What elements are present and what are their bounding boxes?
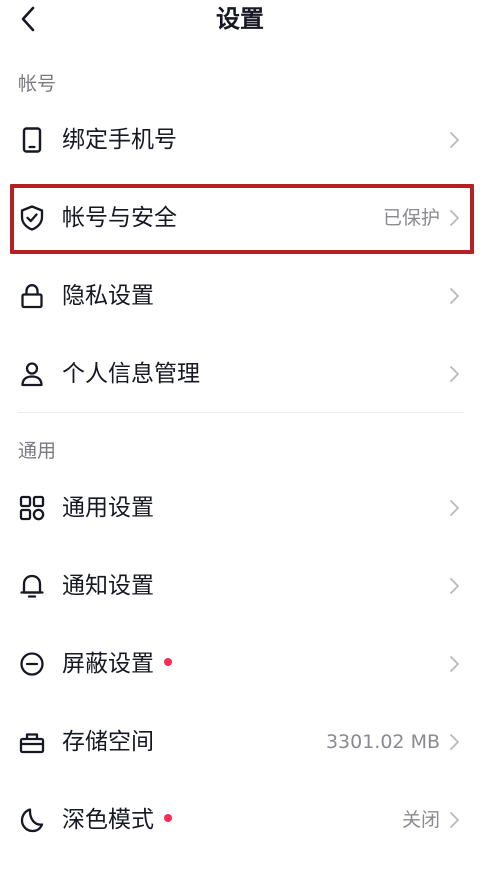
settings-item-notifications[interactable]: 通知设置 <box>0 554 480 618</box>
chevron-right-icon <box>442 730 466 754</box>
chevron-right-icon <box>442 496 466 520</box>
chevron-right-icon <box>442 128 466 152</box>
settings-item-dark-mode[interactable]: 深色模式 关闭 <box>0 788 480 852</box>
settings-item-label: 深色模式 <box>62 804 172 836</box>
section-divider <box>18 412 464 413</box>
settings-item-privacy[interactable]: 隐私设置 <box>0 264 480 328</box>
chevron-right-icon <box>442 362 466 386</box>
section-title-account: 帐号 <box>18 73 57 95</box>
chevron-right-icon <box>442 284 466 308</box>
block-icon <box>18 650 46 678</box>
settings-item-label: 通用设置 <box>62 495 154 521</box>
settings-item-storage[interactable]: 存储空间 3301.02 MB <box>0 710 480 774</box>
chevron-right-icon <box>442 574 466 598</box>
grid-icon <box>18 494 46 522</box>
page-title: 设置 <box>216 5 264 33</box>
section-title-general: 通用 <box>18 440 57 462</box>
settings-item-label: 存储空间 <box>62 729 154 755</box>
storage-icon <box>18 728 46 756</box>
phone-icon <box>18 126 46 154</box>
settings-item-value: 关闭 <box>401 809 440 831</box>
settings-item-label: 屏蔽设置 <box>62 648 172 680</box>
settings-item-value: 3301.02 MB <box>325 731 440 753</box>
chevron-right-icon <box>442 808 466 832</box>
settings-item-label: 个人信息管理 <box>62 361 200 387</box>
settings-item-label: 绑定手机号 <box>62 127 177 153</box>
lock-icon <box>18 282 46 310</box>
settings-item-bind-phone[interactable]: 绑定手机号 <box>0 108 480 172</box>
header: 设置 <box>0 0 480 40</box>
settings-item-label: 通知设置 <box>62 573 154 599</box>
settings-item-block[interactable]: 屏蔽设置 <box>0 632 480 696</box>
settings-item-general[interactable]: 通用设置 <box>0 476 480 540</box>
notification-dot <box>164 657 172 666</box>
bell-icon <box>18 572 46 600</box>
settings-item-personal-info[interactable]: 个人信息管理 <box>0 342 480 406</box>
moon-icon <box>18 806 46 834</box>
notification-dot <box>164 813 172 822</box>
person-icon <box>18 360 46 388</box>
settings-item-label: 隐私设置 <box>62 283 154 309</box>
chevron-right-icon <box>442 652 466 676</box>
highlight-box <box>10 184 474 254</box>
